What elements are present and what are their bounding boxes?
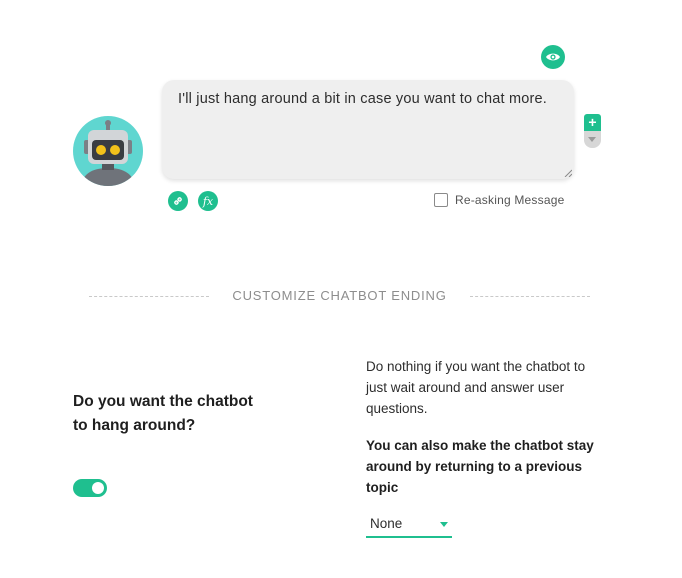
- toggle-knob: [92, 482, 104, 494]
- hangaround-toggle[interactable]: [73, 479, 107, 497]
- message-side-controls: +: [584, 114, 601, 148]
- divider-left: [89, 296, 209, 297]
- message-bubble: [162, 80, 574, 179]
- topic-select[interactable]: None: [366, 514, 452, 538]
- divider-right: [470, 296, 590, 297]
- insert-function-button[interactable]: fx: [198, 191, 218, 211]
- return-topic-label: You can also make the chatbot stay aroun…: [366, 438, 594, 495]
- fx-icon: fx: [202, 194, 214, 208]
- reasking-checkbox[interactable]: [434, 193, 448, 207]
- hangaround-question: Do you want the chatbot to hang around?: [73, 393, 253, 434]
- robot-avatar-icon: [81, 120, 135, 186]
- reasking-label: Re-asking Message: [455, 193, 565, 207]
- link-icon: [172, 195, 184, 207]
- insert-link-button[interactable]: [168, 191, 188, 211]
- add-message-button[interactable]: +: [584, 114, 601, 131]
- chevron-down-icon: [440, 522, 448, 527]
- eye-icon: [545, 51, 561, 63]
- resize-grip-icon[interactable]: [564, 169, 572, 177]
- plus-icon: +: [588, 114, 597, 130]
- message-input[interactable]: [162, 80, 574, 179]
- avatar: [73, 116, 143, 186]
- topic-select-value: None: [370, 516, 403, 531]
- section-title: CUSTOMIZE CHATBOT ENDING: [232, 288, 447, 303]
- hangaround-description: Do nothing if you want the chatbot to ju…: [366, 359, 586, 416]
- preview-button[interactable]: [541, 45, 565, 69]
- move-down-button[interactable]: [584, 131, 601, 148]
- reasking-option: Re-asking Message: [434, 193, 564, 207]
